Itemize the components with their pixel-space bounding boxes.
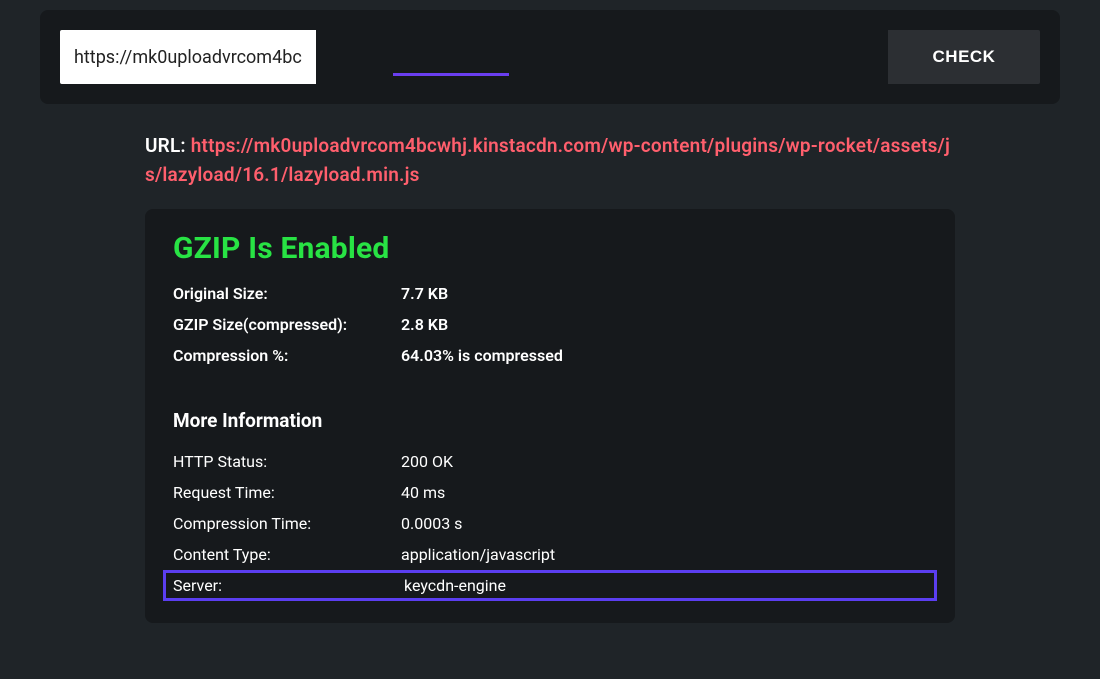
info-value: 0.0003 s [401,514,462,533]
info-row-server-highlighted: Server: keycdn-engine [163,570,937,601]
info-row-status: HTTP Status: 200 OK [173,446,927,477]
info-value: application/javascript [401,545,555,564]
info-row-content-type: Content Type: application/javascript [173,539,927,570]
url-input-wrap [60,30,888,84]
more-info-heading: More Information [173,409,927,432]
metric-row-original: Original Size: 7.7 KB [173,278,927,309]
info-value: 200 OK [401,452,453,471]
metric-row-gzip: GZIP Size(compressed): 2.8 KB [173,309,927,340]
metric-label: Original Size: [173,284,401,303]
check-button[interactable]: CHECK [888,30,1040,84]
url-input[interactable] [60,30,316,84]
result-section: URL: https://mk0uploadvrcom4bcwhj.kinsta… [145,132,955,623]
highlight-underline [393,73,509,76]
url-link[interactable]: https://mk0uploadvrcom4bcwhj.kinstacdn.c… [145,134,950,186]
info-label: HTTP Status: [173,452,401,471]
url-label: URL: [145,134,186,157]
info-value: 40 ms [401,483,445,502]
info-label: Compression Time: [173,514,401,533]
info-label: Server: [173,576,404,595]
metric-row-compression: Compression %: 64.03% is compressed [173,340,927,371]
metrics-section: Original Size: 7.7 KB GZIP Size(compress… [173,278,927,371]
result-card: GZIP Is Enabled Original Size: 7.7 KB GZ… [145,209,955,623]
metric-value: 64.03% is compressed [401,346,563,365]
info-row-request-time: Request Time: 40 ms [173,477,927,508]
metric-value: 2.8 KB [401,315,448,334]
metric-value: 7.7 KB [401,284,448,303]
info-value: keycdn-engine [404,576,506,595]
info-label: Content Type: [173,545,401,564]
search-bar: CHECK [40,10,1060,104]
info-row-compress-time: Compression Time: 0.0003 s [173,508,927,539]
metric-label: GZIP Size(compressed): [173,315,401,334]
gzip-heading: GZIP Is Enabled [173,231,927,266]
metric-label: Compression %: [173,346,401,365]
info-section: HTTP Status: 200 OK Request Time: 40 ms … [173,446,927,601]
info-label: Request Time: [173,483,401,502]
url-row: URL: https://mk0uploadvrcom4bcwhj.kinsta… [145,132,955,189]
